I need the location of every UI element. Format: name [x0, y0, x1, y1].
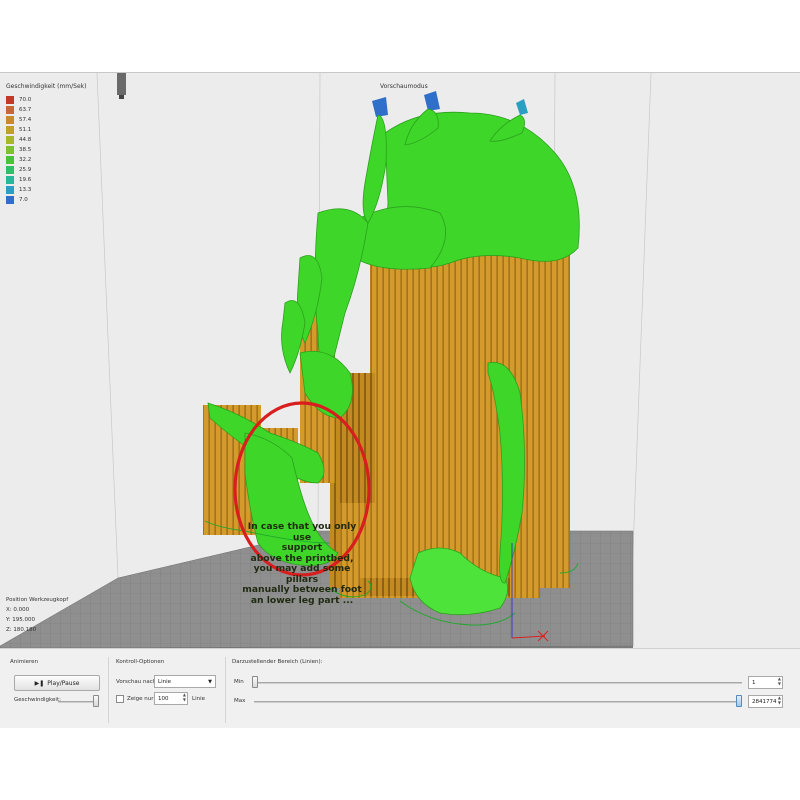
legend-swatch — [6, 166, 14, 174]
legend-value: 51.1 — [19, 127, 32, 133]
app-window: Vorschaumodus Geschwindigkeit (mm/Sek) 7… — [0, 72, 800, 728]
range-max-label: Max — [234, 698, 246, 704]
legend-row: 32.2 — [6, 155, 31, 165]
spin-arrows-icon[interactable]: ▲ ▼ — [778, 676, 781, 686]
position-y: Y: 195.000 — [6, 617, 35, 623]
show-only-count-input[interactable]: 100 ▲ ▼ — [154, 692, 188, 705]
range-max-handle[interactable] — [736, 695, 742, 707]
print-preview-scene[interactable] — [0, 73, 800, 648]
range-min-value: 1 — [752, 679, 756, 686]
annotation-text: In case that you only use support above … — [242, 521, 362, 606]
legend-swatch — [6, 146, 14, 154]
legend-row: 57.4 — [6, 115, 31, 125]
legend-row: 70.0 — [6, 95, 31, 105]
play-pause-button[interactable]: ▶❚ Play/Pause — [14, 675, 100, 691]
speed-label: Geschwindigkeit: — [14, 697, 61, 703]
position-x: X: 0.000 — [6, 607, 30, 613]
position-title: Position Werkzeugkopf — [6, 597, 69, 603]
legend-row: 38.5 — [6, 145, 31, 155]
range-group-title: Darzustellender Bereich (Linien): — [232, 659, 323, 665]
preview-viewport[interactable]: Vorschaumodus Geschwindigkeit (mm/Sek) 7… — [0, 73, 800, 648]
legend-title: Geschwindigkeit (mm/Sek) — [6, 83, 87, 90]
legend-value: 38.5 — [19, 147, 32, 153]
speed-legend: 70.0 63.7 57.4 51.1 44.8 38.5 32.2 25.9 19.6 13.3… — [6, 95, 31, 205]
spin-arrows-icon[interactable]: ▲ ▼ — [778, 695, 781, 705]
preview-by-select[interactable]: Linie ▼ — [154, 675, 216, 688]
legend-row: 7.0 — [6, 195, 31, 205]
annotation-line: In case that you only use — [247, 521, 357, 543]
legend-value: 70.0 — [19, 97, 32, 103]
range-min-label: Min — [234, 679, 244, 685]
legend-value: 19.6 — [19, 177, 32, 183]
legend-row: 63.7 — [6, 105, 31, 115]
control-panel: Animieren ▶❚ Play/Pause Geschwindigkeit:… — [0, 648, 800, 728]
preview-by-value: Linie — [158, 678, 171, 685]
range-max-value: 2841774 — [752, 698, 777, 705]
legend-value: 63.7 — [19, 107, 32, 113]
range-min-handle[interactable] — [252, 676, 258, 688]
legend-value: 7.0 — [19, 197, 28, 203]
show-only-label: Zeige nur — [127, 696, 154, 702]
range-max-track[interactable] — [254, 701, 742, 703]
legend-swatch — [6, 186, 14, 194]
dropdown-arrow-icon: ▼ — [208, 679, 212, 685]
legend-row: 25.9 — [6, 165, 31, 175]
annotation-line: you may add some pillars — [253, 563, 351, 585]
show-only-count-value: 100 — [158, 695, 169, 702]
play-pause-label: Play/Pause — [47, 679, 80, 687]
show-only-checkbox[interactable] — [116, 695, 124, 703]
legend-row: 44.8 — [6, 135, 31, 145]
animate-group-title: Animieren — [10, 659, 39, 665]
annotation-line: support — [281, 542, 323, 553]
legend-swatch — [6, 136, 14, 144]
preview-mode-label: Vorschaumodus — [380, 83, 428, 90]
group-divider — [108, 657, 109, 723]
show-only-unit: Linie — [192, 696, 205, 702]
legend-row: 51.1 — [6, 125, 31, 135]
legend-swatch — [6, 196, 14, 204]
legend-value: 57.4 — [19, 117, 32, 123]
options-group-title: Kontroll-Optionen — [116, 659, 165, 665]
legend-row: 19.6 — [6, 175, 31, 185]
legend-swatch — [6, 96, 14, 104]
annotation-line: manually between foot — [242, 584, 362, 595]
legend-swatch — [6, 116, 14, 124]
position-z: Z: 180.180 — [6, 627, 37, 633]
legend-swatch — [6, 126, 14, 134]
legend-swatch — [6, 176, 14, 184]
range-min-input[interactable]: 1 ▲ ▼ — [748, 676, 783, 689]
nozzle-icon — [117, 73, 126, 95]
toolhead-position: Position Werkzeugkopf X: 0.000 Y: 195.00… — [6, 595, 68, 635]
legend-value: 32.2 — [19, 157, 32, 163]
range-min-track[interactable] — [254, 682, 742, 684]
group-divider — [225, 657, 226, 723]
speed-slider-handle[interactable] — [93, 695, 99, 707]
speed-slider-track[interactable] — [58, 701, 98, 703]
legend-swatch — [6, 156, 14, 164]
legend-value: 25.9 — [19, 167, 32, 173]
play-pause-icon: ▶❚ — [34, 679, 45, 687]
preview-by-label: Vorschau nach — [116, 679, 157, 685]
legend-value: 13.3 — [19, 187, 32, 193]
legend-value: 44.8 — [19, 137, 32, 143]
range-max-input[interactable]: 2841774 ▲ ▼ — [748, 695, 783, 708]
legend-swatch — [6, 106, 14, 114]
legend-row: 13.3 — [6, 185, 31, 195]
spin-arrows-icon[interactable]: ▲ ▼ — [183, 692, 186, 702]
annotation-line: an lower leg part ... — [250, 594, 354, 606]
